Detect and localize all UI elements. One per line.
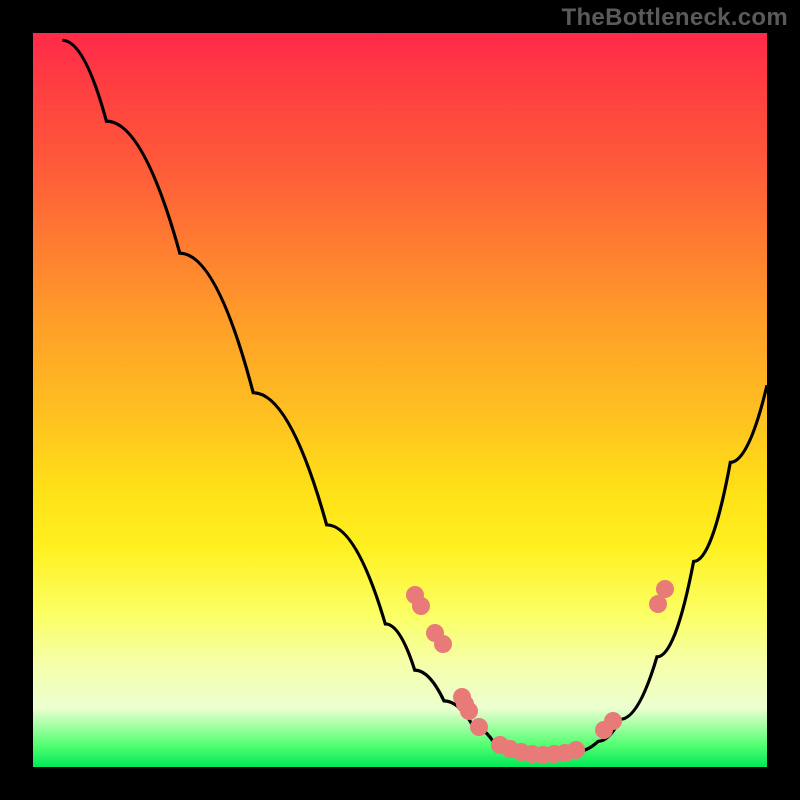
data-marker	[470, 718, 488, 736]
data-marker	[649, 595, 667, 613]
data-marker	[567, 741, 585, 759]
data-marker	[460, 702, 478, 720]
data-marker	[656, 580, 674, 598]
plot-area	[33, 33, 767, 767]
data-marker	[412, 597, 430, 615]
watermark-text: TheBottleneck.com	[562, 4, 788, 32]
chart-frame: TheBottleneck.com	[0, 0, 800, 800]
bottleneck-curve	[33, 33, 767, 767]
data-marker	[604, 712, 622, 730]
data-marker	[434, 635, 452, 653]
